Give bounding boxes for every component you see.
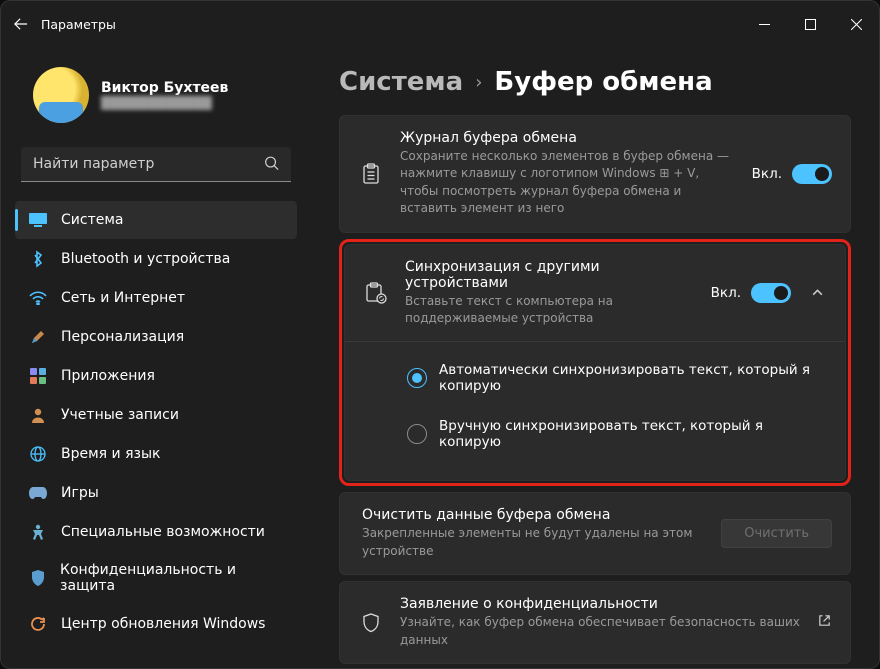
card-subtitle: Вставьте текст с компьютера на поддержив…: [405, 293, 695, 328]
toggle-state-label: Вкл.: [711, 285, 741, 301]
titlebar: Параметры: [1, 1, 879, 47]
nav-icon: [29, 569, 46, 587]
radio-label: Вручную синхронизировать текст, который …: [439, 418, 827, 450]
sidebar-item-10[interactable]: Центр обновления Windows: [15, 605, 297, 643]
card-subtitle: Узнайте, как буфер обмена обеспечивает б…: [400, 614, 801, 649]
sidebar-item-0[interactable]: Система: [15, 201, 297, 239]
nav-icon: [29, 484, 47, 502]
profile-block[interactable]: Виктор Бухтеев ████████████: [9, 59, 303, 141]
nav-icon: [29, 406, 47, 424]
window-controls: [741, 1, 879, 47]
sidebar-item-label: Bluetooth и устройства: [61, 251, 230, 267]
shield-icon: [358, 612, 384, 634]
sidebar-item-9[interactable]: Конфиденциальность и защита: [15, 552, 297, 604]
card-privacy-statement[interactable]: Заявление о конфиденциальности Узнайте, …: [339, 581, 851, 664]
sidebar-item-label: Игры: [61, 485, 99, 501]
device-sync-icon: [363, 282, 389, 304]
radio-label: Автоматически синхронизировать текст, ко…: [439, 362, 827, 394]
radio-icon: [407, 368, 427, 388]
nav-icon: [29, 250, 47, 268]
sidebar: Виктор Бухтеев ████████████ Система Bluet…: [1, 47, 311, 668]
radio-option-manual[interactable]: Вручную синхронизировать текст, который …: [407, 406, 827, 462]
chevron-right-icon: ›: [475, 72, 482, 93]
sidebar-item-label: Система: [61, 212, 123, 228]
nav-icon: [29, 615, 47, 633]
close-button[interactable]: [833, 1, 879, 47]
sidebar-item-7[interactable]: Игры: [15, 474, 297, 512]
search-box: [21, 147, 291, 182]
sidebar-item-2[interactable]: Сеть и Интернет: [15, 279, 297, 317]
profile-name: Виктор Бухтеев: [101, 80, 228, 96]
card-title: Очистить данные буфера обмена: [362, 507, 705, 523]
main-content: Система › Буфер обмена Журнал буфера обм…: [311, 47, 879, 668]
sidebar-item-label: Время и язык: [61, 446, 160, 462]
profile-email: ████████████: [101, 96, 228, 110]
radio-option-auto[interactable]: Автоматически синхронизировать текст, ко…: [407, 350, 827, 406]
sidebar-item-3[interactable]: Персонализация: [15, 318, 297, 356]
nav-icon: [29, 367, 47, 385]
nav-list: Система Bluetooth и устройства Сеть и Инте…: [9, 200, 303, 644]
sidebar-item-label: Учетные записи: [61, 407, 179, 423]
sidebar-item-label: Конфиденциальность и защита: [60, 562, 283, 594]
sidebar-item-label: Сеть и Интернет: [61, 290, 185, 306]
sidebar-item-label: Персонализация: [61, 329, 184, 345]
sidebar-item-5[interactable]: Учетные записи: [15, 396, 297, 434]
back-button[interactable]: [1, 1, 41, 47]
card-title: Журнал буфера обмена: [400, 130, 736, 146]
chevron-up-icon[interactable]: [807, 286, 827, 299]
sidebar-item-label: Приложения: [61, 368, 155, 384]
search-input[interactable]: [21, 147, 291, 182]
radio-icon: [407, 424, 427, 444]
card-subtitle: Сохраните несколько элементов в буфер об…: [400, 148, 736, 218]
breadcrumb: Система › Буфер обмена: [339, 67, 851, 97]
sidebar-item-4[interactable]: Приложения: [15, 357, 297, 395]
sidebar-item-1[interactable]: Bluetooth и устройства: [15, 240, 297, 278]
nav-icon: [29, 328, 47, 346]
breadcrumb-parent[interactable]: Система: [339, 67, 463, 97]
clipboard-list-icon: [358, 163, 384, 185]
search-icon: [264, 155, 279, 174]
maximize-button[interactable]: [787, 1, 833, 47]
history-toggle[interactable]: [792, 164, 832, 184]
nav-icon: [29, 445, 47, 463]
sidebar-item-label: Специальные возможности: [61, 524, 265, 540]
external-link-icon: [817, 613, 832, 632]
card-title: Заявление о конфиденциальности: [400, 596, 801, 612]
sidebar-item-8[interactable]: Специальные возможности: [15, 513, 297, 551]
toggle-state-label: Вкл.: [752, 166, 782, 182]
highlight-annotation: Синхронизация с другими устройствами Вст…: [339, 239, 851, 487]
sync-options: Автоматически синхронизировать текст, ко…: [345, 341, 845, 480]
nav-icon: [29, 523, 47, 541]
clear-button[interactable]: Очистить: [721, 519, 832, 548]
card-clear-data: Очистить данные буфера обмена Закрепленн…: [339, 492, 851, 575]
nav-icon: [29, 211, 47, 229]
card-clipboard-history: Журнал буфера обмена Сохраните несколько…: [339, 115, 851, 233]
minimize-button[interactable]: [741, 1, 787, 47]
sidebar-item-6[interactable]: Время и язык: [15, 435, 297, 473]
window-title: Параметры: [41, 17, 116, 32]
sync-toggle[interactable]: [751, 283, 791, 303]
card-sync-devices: Синхронизация с другими устройствами Вст…: [344, 244, 846, 482]
breadcrumb-current: Буфер обмена: [494, 67, 712, 97]
nav-icon: [29, 289, 47, 307]
sidebar-item-label: Центр обновления Windows: [61, 616, 265, 632]
settings-window: Параметры Виктор Бухтеев ████████████: [0, 0, 880, 669]
card-subtitle: Закрепленные элементы не будут удалены н…: [362, 525, 705, 560]
card-title: Синхронизация с другими устройствами: [405, 259, 695, 291]
avatar: [33, 67, 89, 123]
